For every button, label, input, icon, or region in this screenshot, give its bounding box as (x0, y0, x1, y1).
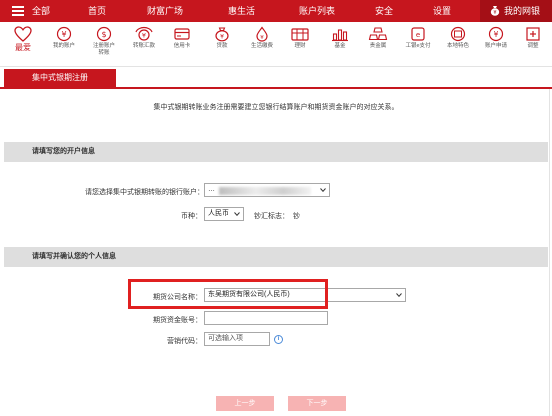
chevron-down-icon (320, 188, 326, 192)
bank-account-label: 请您选择集中式银期转账的银行账户： (85, 189, 204, 196)
section-personal-info-header: 请填写并确认您的个人信息 (4, 247, 548, 267)
svg-text:$: $ (101, 30, 106, 39)
next-step-button[interactable]: 下一步 (288, 396, 346, 411)
shortcut-label: 信用卡 (173, 43, 191, 49)
shortcut-label: 贵金属 (369, 43, 387, 49)
svg-text:¥: ¥ (260, 35, 264, 41)
cash-flag-value: 钞 (293, 213, 300, 220)
shortcut-label: 理财 (294, 43, 306, 49)
water-drop-icon: ¥ (256, 26, 268, 42)
fund-chart-icon (332, 29, 348, 42)
svg-text:¥: ¥ (493, 10, 496, 16)
highlight-annotation-box (128, 279, 328, 309)
nav-security[interactable]: 安全 (375, 0, 393, 22)
menu-icon[interactable] (12, 6, 24, 16)
gold-bars-icon (368, 27, 388, 41)
chevron-down-icon (396, 293, 402, 297)
shortcut-local[interactable]: 本地特色 (440, 26, 476, 50)
credit-card-icon (174, 28, 190, 40)
shortcut-label: 注册账户 (92, 43, 115, 49)
shortcut-label: 贷款 (216, 43, 228, 49)
futures-fund-account-input[interactable] (204, 311, 328, 325)
section-title: 请填写并确认您的个人信息 (32, 253, 116, 260)
my-online-banking-label: 我的网银 (504, 6, 541, 16)
svg-text:¥: ¥ (220, 33, 224, 40)
intro-text: 集中式银期转账业务注册需要建立您银行结算账户和期货资金账户的对应关系。 (153, 104, 399, 111)
currency-value: 人民币 (208, 210, 229, 217)
shortcut-precious-metal[interactable]: 贵金属 (360, 26, 396, 50)
shortcut-wealth[interactable]: 理财 (282, 26, 318, 50)
svg-text:e: e (416, 31, 420, 39)
section-account-info-header: 请填写您的开户信息 (4, 142, 548, 162)
shortcut-epay[interactable]: e 工银e支付 (400, 26, 436, 50)
my-online-banking[interactable]: ¥ 我的网银 (480, 0, 552, 22)
currency-select[interactable]: 人民币 (204, 207, 244, 221)
nav-settings[interactable]: 设置 (433, 0, 451, 22)
info-icon[interactable]: i (274, 335, 283, 344)
top-nav-bar: 全部 首页 财富广场 惠生活 账户列表 安全 设置 ¥ 我的网银 (0, 0, 552, 22)
shortcut-label: 账户申请 (484, 43, 507, 49)
remit-icon: ¥ (135, 26, 153, 41)
nav-account-list[interactable]: 账户列表 (299, 0, 335, 22)
shortcut-label: 本地特色 (446, 43, 469, 49)
cash-flag-label: 钞汇标志： (254, 213, 289, 220)
shortcut-loan[interactable]: ¥ 贷款 (204, 26, 240, 50)
currency-label: 币种： (181, 213, 202, 220)
tab-strip: 集中式银期注册 (0, 69, 552, 89)
shortcut-label: 我的账户 (52, 43, 75, 49)
shortcut-register-transfer[interactable]: $ 注册账户 转账 (86, 26, 122, 57)
shortcut-my-account[interactable]: ¥ 我的账户 (46, 26, 82, 50)
shortcut-life-payment[interactable]: ¥ 生活缴费 (244, 26, 280, 50)
heart-icon (14, 26, 32, 42)
shortcut-label: 工银e支付 (405, 43, 431, 49)
nav-home[interactable]: 首页 (88, 0, 106, 22)
bank-account-select[interactable]: … (204, 183, 330, 197)
shortcut-fund[interactable]: 基金 (322, 26, 358, 50)
shortcut-label: 调整 (527, 43, 539, 49)
shortcut-label-line2: 转账 (98, 50, 110, 56)
account-transfer-icon: $ (96, 26, 112, 42)
local-icon (450, 26, 466, 42)
sales-code-label: 营销代码： (167, 338, 202, 345)
money-bag-icon: ¥ (490, 6, 500, 16)
shortcut-label: 基金 (334, 43, 346, 49)
svg-text:¥: ¥ (61, 30, 66, 39)
tab-centralized-futures-registration[interactable]: 集中式银期注册 (4, 69, 116, 87)
yen-icon: ¥ (56, 26, 72, 42)
content-right-border (549, 89, 550, 416)
bank-account-prefix: … (208, 186, 215, 193)
shortcut-account-apply[interactable]: ¥ 账户申请 (478, 26, 514, 50)
loan-bag-icon: ¥ (215, 27, 229, 42)
shortcut-favorites[interactable]: 最爱 (5, 26, 41, 52)
nav-all[interactable]: 全部 (32, 0, 50, 22)
nav-wealth-square[interactable]: 财富广场 (147, 0, 183, 22)
shortcut-remit[interactable]: ¥ 转账汇款 (126, 26, 162, 50)
apply-icon: ¥ (488, 26, 504, 42)
prev-step-button[interactable]: 上一步 (216, 396, 274, 411)
svg-text:¥: ¥ (494, 30, 499, 39)
chevron-down-icon (234, 212, 240, 216)
shortcut-label: 最爱 (15, 43, 31, 52)
nav-life[interactable]: 惠生活 (228, 0, 255, 22)
svg-text:¥: ¥ (142, 32, 146, 40)
plus-box-icon (526, 27, 540, 41)
sales-code-input[interactable]: 可选输入项 (204, 332, 270, 346)
futures-fund-account-label: 期货资金账号： (153, 317, 202, 324)
epay-icon: e (411, 27, 425, 41)
section-title: 请填写您的开户信息 (32, 148, 95, 155)
shortcut-label: 转账汇款 (132, 43, 155, 49)
shortcut-label: 生活缴费 (250, 43, 273, 49)
masked-account-number (219, 187, 311, 195)
shortcut-adjust[interactable]: 调整 (515, 26, 551, 50)
wealth-icon (291, 28, 309, 41)
function-icon-bar: 最爱 ¥ 我的账户 $ 注册账户 转账 ¥ 转账汇款 信用卡 ¥ 贷款 ¥ 生活… (0, 22, 552, 67)
shortcut-credit-card[interactable]: 信用卡 (164, 26, 200, 50)
